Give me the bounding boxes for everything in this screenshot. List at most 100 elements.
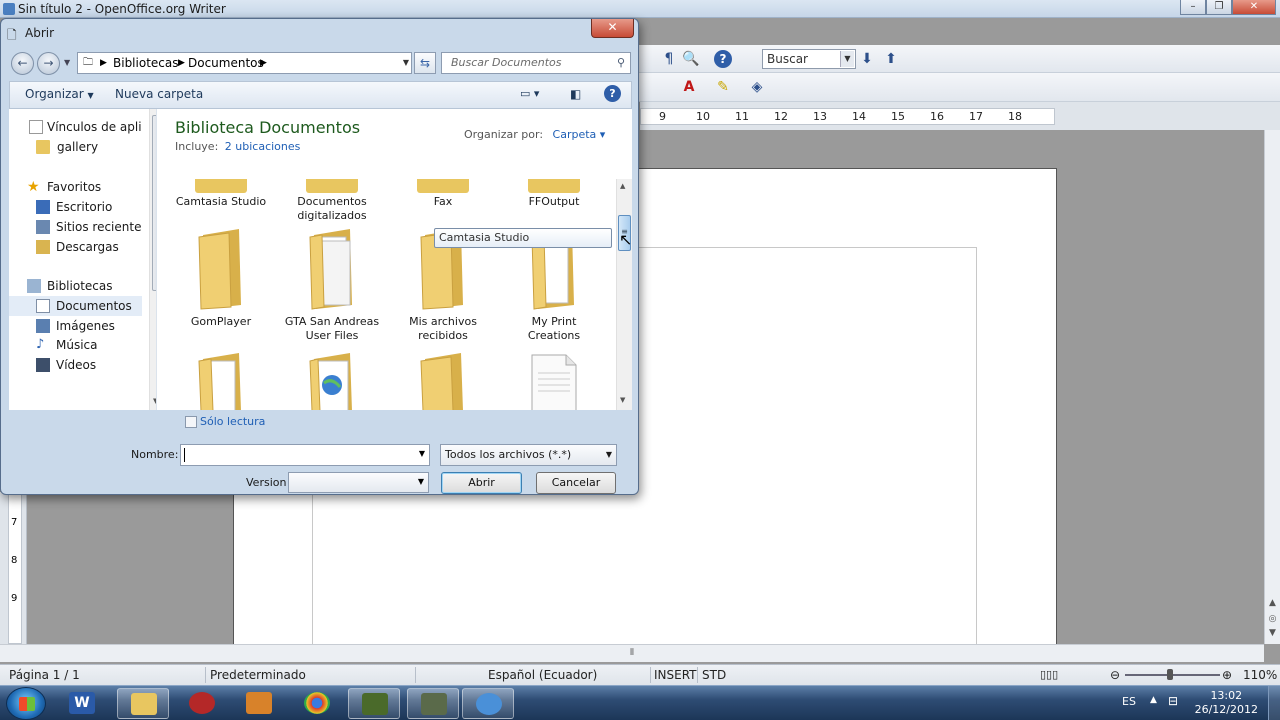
open-button[interactable]: Abrir: [441, 472, 522, 494]
nav-item-videos[interactable]: Vídeos: [9, 355, 142, 375]
maximize-button[interactable]: ❐: [1206, 0, 1232, 15]
scroll-down-icon[interactable]: ▼: [1266, 628, 1279, 642]
nav-item-downloads[interactable]: Descargas: [9, 237, 142, 257]
taskbar-app-button[interactable]: [348, 688, 400, 719]
background-color-icon[interactable]: ◈: [748, 78, 766, 96]
zoom-icon[interactable]: 🔍: [682, 50, 700, 68]
refresh-button[interactable]: ⇆: [414, 52, 436, 74]
chevron-right-icon[interactable]: ▶: [260, 53, 267, 73]
show-desktop-button[interactable]: [1268, 686, 1280, 720]
find-toolbar-field[interactable]: Buscar ▼: [762, 49, 856, 69]
file-list-scrollbar[interactable]: ▲ ≡ ▼: [616, 179, 632, 410]
help-icon[interactable]: ?: [714, 50, 732, 68]
scroll-down-icon[interactable]: ▼: [620, 396, 625, 404]
nav-pane-scrollbar[interactable]: ▼: [149, 109, 156, 410]
nav-item-label: Imágenes: [56, 319, 115, 333]
nav-item-gallery[interactable]: gallery: [9, 137, 142, 157]
recent-locations-icon[interactable]: ▼: [64, 58, 70, 67]
view-layout-icon[interactable]: ▯▯▯: [1040, 668, 1058, 681]
folder-item[interactable]: [282, 349, 382, 410]
vertical-ruler[interactable]: 7 8 9: [0, 492, 27, 644]
language-status[interactable]: Español (Ecuador): [488, 668, 597, 682]
folder-item[interactable]: FFOutput: [504, 179, 604, 209]
nav-item-favorites[interactable]: ★ Favoritos: [9, 177, 142, 197]
nav-item-app-links[interactable]: Vínculos de aplicac: [9, 117, 142, 137]
nav-item-documents[interactable]: Documentos: [9, 296, 142, 316]
page-style[interactable]: Predeterminado: [210, 668, 306, 682]
nav-item-music[interactable]: ♪ Música: [9, 335, 142, 355]
start-button[interactable]: [6, 687, 46, 720]
taskbar-app-button[interactable]: [407, 688, 459, 719]
vertical-scrollbar[interactable]: ▲ ◎ ▼: [1264, 130, 1280, 644]
zoom-level[interactable]: 110%: [1243, 668, 1277, 682]
highlight-icon[interactable]: ✎: [714, 78, 732, 96]
input-language[interactable]: ES: [1122, 695, 1136, 708]
nav-item-libraries[interactable]: Bibliotecas: [9, 276, 142, 296]
formatting-marks-icon[interactable]: ¶: [660, 50, 678, 68]
scroll-up-icon[interactable]: ▲: [1266, 598, 1279, 612]
address-history-icon[interactable]: ▼: [403, 53, 409, 73]
taskbar-word-button[interactable]: W: [56, 688, 108, 719]
cancel-button[interactable]: Cancelar: [536, 472, 616, 494]
taskbar-app-button[interactable]: [233, 688, 285, 719]
find-next-icon[interactable]: ⬇: [858, 50, 876, 68]
taskbar-openoffice-button[interactable]: [462, 688, 514, 719]
folder-item[interactable]: Camtasia Studio: [171, 179, 271, 209]
folder-item[interactable]: GTA San Andreas User Files: [282, 225, 382, 343]
file-type-select[interactable]: Todos los archivos (*.*) ▼: [440, 444, 617, 466]
back-button[interactable]: ←: [11, 52, 34, 75]
folder-item[interactable]: GomPlayer: [171, 225, 271, 329]
zoom-in-icon[interactable]: ⊕: [1222, 668, 1232, 682]
address-bar[interactable]: 🗀 ▶ Bibliotecas ▶ Documentos ▶ ▼: [77, 52, 412, 74]
taskbar-chrome-button[interactable]: [291, 688, 343, 719]
nav-item-recent-places[interactable]: Sitios recientes: [9, 217, 142, 237]
page-nav-icon[interactable]: ◎: [1266, 614, 1279, 628]
breadcrumb-bibliotecas[interactable]: Bibliotecas: [113, 53, 178, 73]
network-icon[interactable]: ⊟: [1168, 694, 1178, 708]
includes-link[interactable]: 2 ubicaciones: [225, 140, 301, 153]
folder-label: GTA San Andreas User Files: [284, 315, 380, 342]
arrange-by-dropdown[interactable]: Carpeta ▾: [553, 128, 606, 141]
help-icon[interactable]: ?: [604, 85, 621, 102]
nav-item-label: Vídeos: [56, 358, 97, 372]
change-view-icon[interactable]: ▭ ▾: [520, 87, 539, 100]
forward-button[interactable]: →: [37, 52, 60, 75]
folder-item[interactable]: [393, 349, 493, 410]
close-button[interactable]: ✕: [1232, 0, 1276, 15]
nav-item-pictures[interactable]: Imágenes: [9, 316, 142, 336]
scroll-up-icon[interactable]: ▲: [620, 182, 625, 190]
dialog-close-button[interactable]: ✕: [591, 19, 634, 38]
clock[interactable]: 13:02 26/12/2012: [1195, 689, 1258, 717]
checkbox-box[interactable]: [185, 416, 197, 428]
file-item[interactable]: [504, 349, 604, 410]
tray-expand-icon[interactable]: ▲: [1150, 695, 1157, 705]
camtasia-icon: [362, 693, 388, 715]
zoom-slider-knob[interactable]: [1167, 669, 1173, 680]
chevron-right-icon[interactable]: ▶: [178, 53, 185, 73]
folder-item[interactable]: [171, 349, 271, 410]
version-select[interactable]: ▼: [288, 472, 429, 493]
organize-button[interactable]: Organizar ▼: [25, 87, 94, 101]
chevron-down-icon[interactable]: ▼: [840, 51, 854, 67]
taskbar-explorer-button[interactable]: [117, 688, 169, 719]
search-input[interactable]: Buscar Documentos ⚲: [441, 52, 631, 74]
nav-item-desktop[interactable]: Escritorio: [9, 197, 142, 217]
folder-item[interactable]: Fax: [393, 179, 493, 209]
breadcrumb-documentos[interactable]: Documentos: [188, 53, 264, 73]
search-icon[interactable]: ⚲: [617, 53, 625, 73]
horizontal-ruler[interactable]: 9 10 11 12 13 14 15 16 17 18: [640, 108, 1055, 125]
taskbar-app-button[interactable]: [176, 688, 228, 719]
preview-pane-icon[interactable]: ◧: [570, 87, 581, 101]
chevron-right-icon[interactable]: ▶: [100, 53, 107, 73]
find-previous-icon[interactable]: ⬆: [882, 50, 900, 68]
filename-input[interactable]: ▼: [180, 444, 430, 466]
font-color-icon[interactable]: A: [680, 78, 698, 96]
zoom-out-icon[interactable]: ⊖: [1110, 668, 1120, 682]
horizontal-scrollbar[interactable]: ⦀: [0, 644, 1264, 662]
new-folder-button[interactable]: Nueva carpeta: [115, 87, 203, 101]
selection-mode[interactable]: STD: [702, 668, 726, 682]
insert-mode[interactable]: INSERT: [654, 668, 697, 682]
chevron-down-icon[interactable]: ▼: [419, 449, 425, 458]
minimize-button[interactable]: –: [1180, 0, 1206, 15]
folder-item[interactable]: Documentos digitalizados: [282, 179, 382, 223]
